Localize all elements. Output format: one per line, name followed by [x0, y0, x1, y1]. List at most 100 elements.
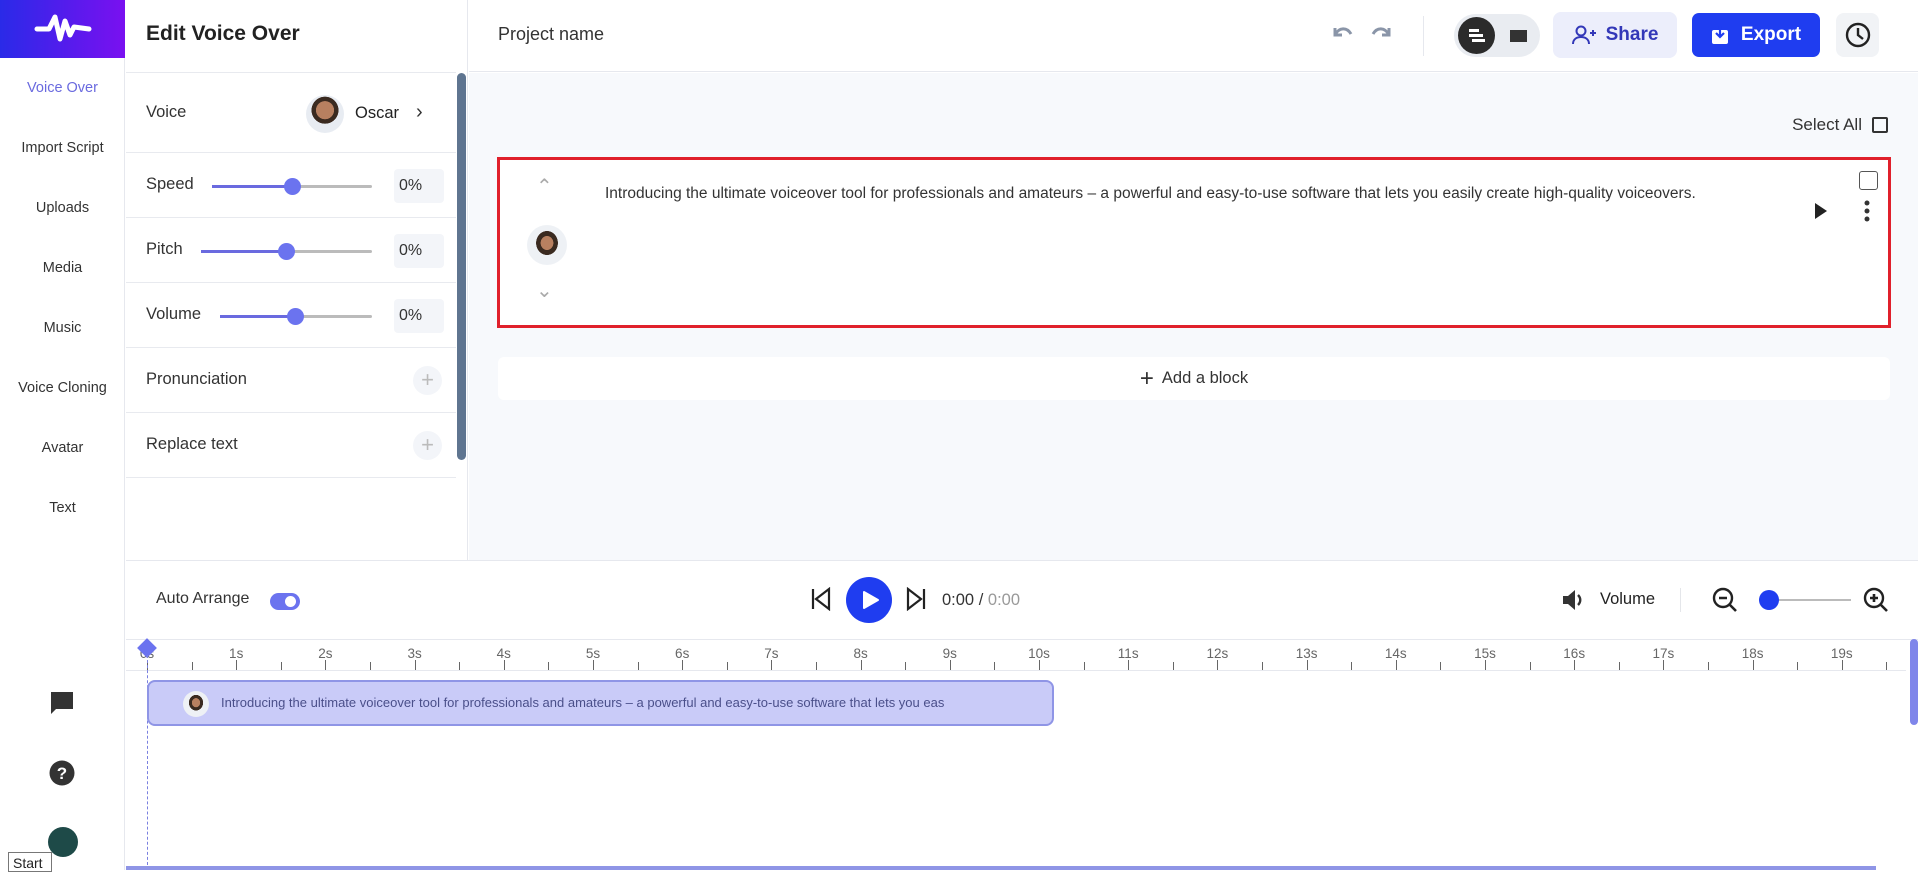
select-all-label: Select All: [1792, 115, 1862, 134]
minor-tick: [905, 662, 907, 670]
major-tick: [682, 660, 684, 670]
volume-row: Volume 0%: [126, 282, 456, 347]
skip-forward-icon[interactable]: [905, 587, 927, 611]
chevron-right-icon[interactable]: ›: [416, 101, 423, 124]
start-label[interactable]: Start: [8, 852, 52, 872]
user-avatar[interactable]: [48, 827, 78, 857]
share-button[interactable]: Share: [1553, 12, 1677, 58]
view-toggle[interactable]: [1454, 14, 1540, 57]
add-replace-text-icon[interactable]: +: [413, 431, 442, 460]
pitch-slider-knob[interactable]: [278, 243, 295, 260]
sidebar-item-uploads[interactable]: Uploads: [0, 200, 125, 216]
panel-title: Edit Voice Over: [146, 22, 300, 45]
speed-slider-knob[interactable]: [284, 178, 301, 195]
major-tick: [1128, 660, 1130, 670]
volume-slider-knob[interactable]: [287, 308, 304, 325]
script-block[interactable]: ⌃ ⌄ Introducing the ultimate voiceover t…: [497, 157, 1891, 328]
undo-icon[interactable]: [1331, 24, 1353, 40]
block-voice-avatar[interactable]: [527, 225, 567, 265]
replace-text-label: Replace text: [146, 435, 238, 453]
major-tick: [1485, 660, 1486, 670]
download-icon: [1711, 26, 1728, 44]
add-block-button[interactable]: + Add a block: [498, 357, 1890, 400]
top-bar: Project name Share Export: [469, 0, 1918, 72]
select-all-checkbox[interactable]: [1872, 117, 1888, 133]
timeline-clip[interactable]: Introducing the ultimate voiceover tool …: [147, 680, 1054, 726]
list-view-icon[interactable]: [1458, 17, 1495, 54]
tick-label: 9s: [942, 646, 957, 661]
sidebar-item-music[interactable]: Music: [0, 320, 125, 336]
select-all[interactable]: Select All: [1792, 115, 1888, 135]
zoom-out-icon[interactable]: [1712, 587, 1738, 613]
major-tick: [593, 660, 594, 670]
voice-row[interactable]: Voice Oscar ›: [126, 72, 456, 152]
panel-scrollbar[interactable]: [457, 73, 466, 460]
sidebar-item-text[interactable]: Text: [0, 500, 125, 516]
clip-text: Introducing the ultimate voiceover tool …: [221, 695, 945, 710]
more-options-icon[interactable]: [1864, 200, 1870, 222]
block-text[interactable]: Introducing the ultimate voiceover tool …: [605, 181, 1765, 207]
volume-value[interactable]: 0%: [394, 299, 444, 333]
ruler-bottom-border: [126, 670, 1906, 671]
play-button[interactable]: [846, 577, 892, 623]
sidebar-item-voice-over[interactable]: Voice Over: [0, 80, 125, 96]
sidebar-item-media[interactable]: Media: [0, 260, 125, 276]
move-down-icon[interactable]: ⌄: [536, 278, 553, 303]
major-tick: [325, 660, 327, 670]
major-tick: [1574, 660, 1576, 670]
pronunciation-label: Pronunciation: [146, 370, 247, 388]
sidebar: Voice Over Import Script Uploads Media M…: [0, 0, 125, 872]
film-view-icon[interactable]: [1510, 30, 1527, 42]
timeline-scrollbar[interactable]: [1910, 639, 1918, 725]
tick-label: 12s: [1206, 646, 1229, 661]
zoom-slider-knob[interactable]: [1759, 590, 1779, 610]
volume-control-label[interactable]: Volume: [1600, 590, 1655, 609]
chat-icon[interactable]: [49, 690, 75, 716]
history-button[interactable]: [1836, 13, 1879, 57]
move-up-icon[interactable]: ⌃: [536, 174, 553, 199]
collapsed-row: [126, 477, 456, 507]
tick-label: 13s: [1295, 646, 1318, 661]
play-block-icon[interactable]: [1814, 202, 1828, 220]
speed-slider[interactable]: [212, 178, 372, 195]
tick-label: 17s: [1652, 646, 1675, 661]
tick-label: 2s: [318, 646, 333, 661]
pronunciation-row[interactable]: Pronunciation +: [126, 347, 456, 412]
minor-tick: [280, 662, 282, 670]
app-logo[interactable]: [0, 0, 125, 58]
timeline-zoom-slider[interactable]: [1759, 590, 1851, 610]
zoom-in-icon[interactable]: [1863, 587, 1889, 613]
minor-tick: [637, 662, 639, 670]
speed-value[interactable]: 0%: [394, 169, 444, 203]
major-tick: [860, 660, 862, 670]
major-tick: [1752, 660, 1754, 670]
tick-label: 3s: [407, 646, 422, 661]
tick-label: 5s: [585, 646, 601, 661]
tick-label: 7s: [764, 646, 779, 661]
sidebar-item-avatar[interactable]: Avatar: [0, 440, 125, 456]
add-pronunciation-icon[interactable]: +: [413, 366, 442, 395]
auto-arrange-toggle[interactable]: [270, 593, 300, 610]
sidebar-item-import-script[interactable]: Import Script: [0, 140, 125, 156]
speaker-icon[interactable]: [1562, 589, 1586, 611]
major-tick: [1217, 660, 1219, 670]
pitch-value[interactable]: 0%: [394, 234, 444, 268]
major-tick: [771, 660, 773, 670]
pitch-slider[interactable]: [201, 243, 372, 260]
block-checkbox[interactable]: [1859, 171, 1878, 190]
minor-tick: [191, 662, 193, 670]
horizontal-scrollbar[interactable]: [126, 866, 1876, 870]
speed-label: Speed: [146, 175, 194, 193]
volume-slider[interactable]: [220, 308, 372, 325]
help-icon[interactable]: ?: [49, 760, 75, 786]
skip-back-icon[interactable]: [810, 587, 832, 611]
replace-text-row[interactable]: Replace text +: [126, 412, 456, 477]
add-user-icon: [1571, 25, 1596, 45]
sidebar-item-voice-cloning[interactable]: Voice Cloning: [0, 380, 125, 396]
minor-tick: [1440, 662, 1442, 670]
major-tick: [1841, 660, 1843, 670]
project-name[interactable]: Project name: [498, 24, 604, 45]
redo-icon[interactable]: [1371, 24, 1393, 40]
export-button[interactable]: Export: [1692, 13, 1820, 57]
waveform-logo-icon: [34, 14, 91, 42]
